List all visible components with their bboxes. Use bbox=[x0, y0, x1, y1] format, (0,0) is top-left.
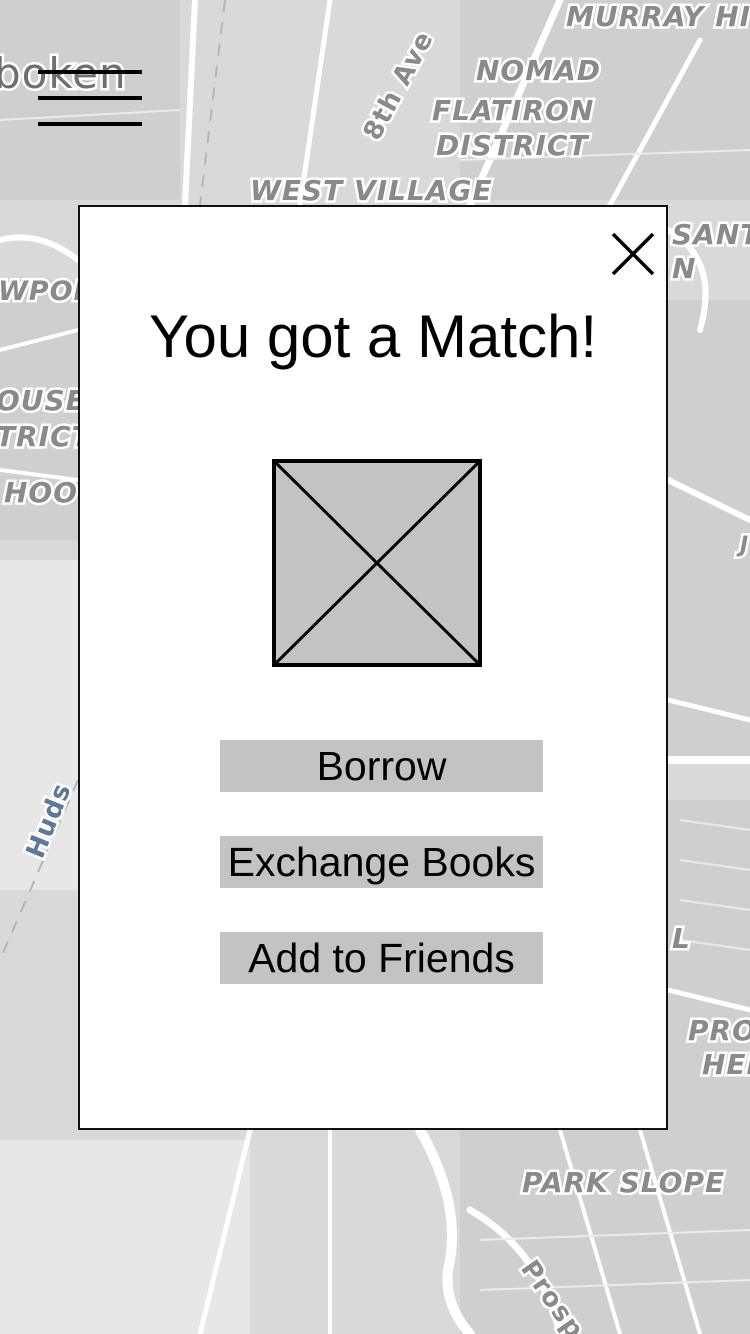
map-label-sant: SANT bbox=[672, 218, 750, 251]
map-label-park-slope: PARK SLOPE bbox=[522, 1166, 725, 1199]
map-label-flatiron-district: DISTRICT bbox=[436, 129, 589, 162]
image-placeholder-icon bbox=[272, 459, 482, 667]
add-to-friends-button[interactable]: Add to Friends bbox=[220, 932, 543, 984]
close-icon[interactable] bbox=[608, 229, 658, 279]
map-label-west-village: WEST VILLAGE bbox=[250, 174, 493, 207]
menu-bar-middle bbox=[38, 96, 142, 100]
map-label-sant-n: N bbox=[672, 252, 696, 285]
map-label-heights: HEI bbox=[702, 1048, 750, 1081]
hamburger-menu-icon[interactable] bbox=[36, 70, 142, 130]
map-label-prospect-heights: PRO bbox=[688, 1014, 750, 1047]
map-label-murray-hill: MURRAY HI bbox=[566, 0, 750, 33]
exchange-books-button[interactable]: Exchange Books bbox=[220, 836, 543, 888]
match-dialog: You got a Match! Borrow Exchange Books A… bbox=[78, 205, 668, 1130]
map-label-hood: HOO bbox=[4, 476, 78, 509]
menu-bar-top bbox=[38, 70, 142, 74]
map-label-house: OUSE bbox=[0, 384, 86, 417]
match-title: You got a Match! bbox=[148, 303, 598, 370]
map-label-nomad: NOMAD bbox=[476, 54, 601, 87]
map-label-flatiron: FLATIRON bbox=[432, 94, 594, 127]
menu-bar-bottom bbox=[38, 122, 142, 126]
borrow-button[interactable]: Borrow bbox=[220, 740, 543, 792]
map-label-fragment-l: L bbox=[672, 922, 691, 955]
